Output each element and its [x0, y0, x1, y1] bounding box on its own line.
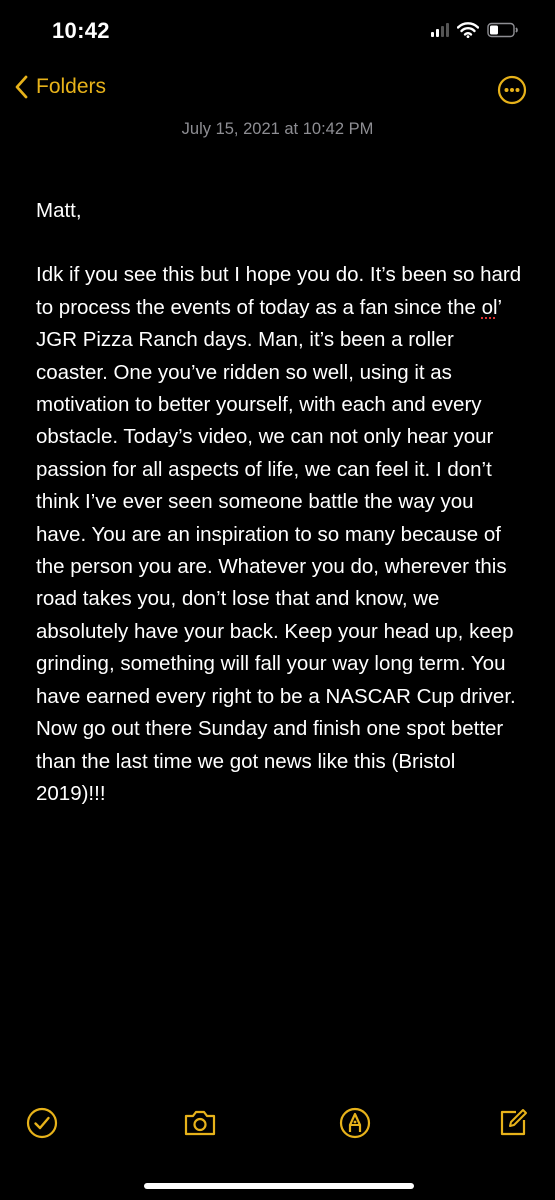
status-time: 10:42	[52, 18, 110, 43]
back-label: Folders	[36, 75, 107, 98]
ellipsis-circle-icon	[497, 75, 527, 105]
bottom-toolbar	[0, 1106, 555, 1150]
more-options-button[interactable]	[497, 75, 527, 105]
checklist-icon	[26, 1107, 58, 1139]
compose-button[interactable]	[496, 1106, 530, 1140]
note-text-start: Idk if you see this but I hope you do. I…	[36, 263, 522, 319]
note-greeting: Matt,	[36, 199, 82, 222]
compose-icon	[500, 1109, 527, 1136]
status-bar: 10:42	[0, 0, 555, 66]
camera-button[interactable]	[182, 1106, 216, 1140]
home-indicator[interactable]	[144, 1183, 414, 1189]
misspelled-word[interactable]: ol	[482, 296, 498, 319]
camera-icon	[184, 1110, 216, 1136]
back-to-folders-button[interactable]: Folders	[14, 75, 106, 99]
note-paragraph: Idk if you see this but I hope you do. I…	[36, 259, 528, 810]
note-body[interactable]: Matt, Idk if you see this but I hope you…	[36, 195, 528, 810]
cellular-signal-icon	[431, 23, 449, 37]
status-icons	[431, 22, 519, 38]
markup-pen-icon	[339, 1107, 371, 1139]
markup-button[interactable]	[338, 1106, 372, 1140]
wifi-icon	[457, 22, 479, 38]
navigation-bar: Folders	[0, 66, 555, 116]
battery-icon	[487, 22, 518, 38]
note-date: July 15, 2021 at 10:42 PM	[181, 120, 374, 138]
checklist-button[interactable]	[25, 1106, 59, 1140]
chevron-left-icon	[15, 75, 28, 99]
note-text-rest: ’ JGR Pizza Ranch days. Man, it’s been a…	[36, 295, 516, 805]
